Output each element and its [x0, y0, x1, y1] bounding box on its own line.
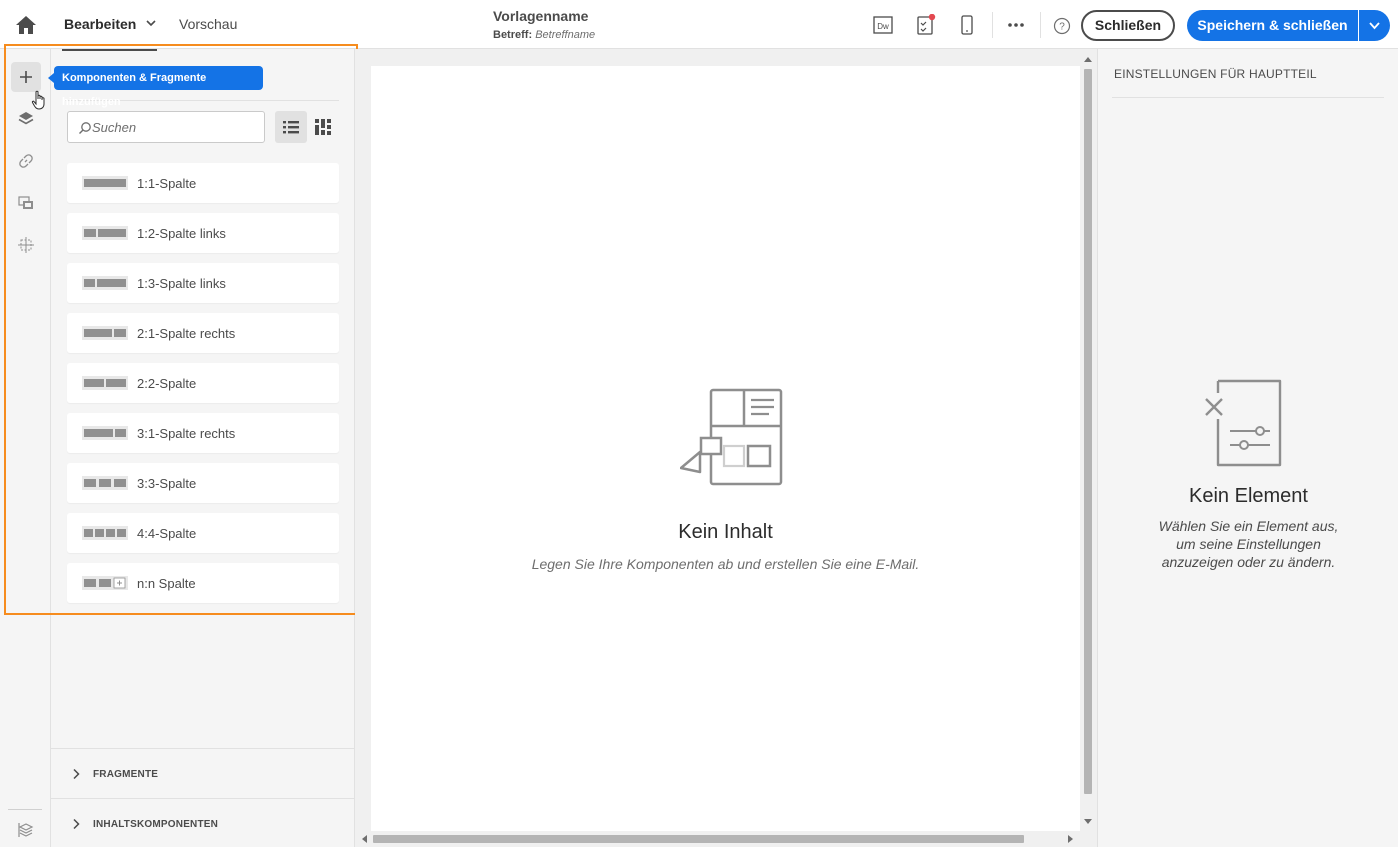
component-1-3-column-left[interactable]: 1:3-Spalte links: [67, 263, 339, 303]
layout-2-1-icon: [82, 326, 128, 340]
add-components-button[interactable]: [11, 62, 41, 92]
empty-content-icon: [680, 388, 783, 486]
component-label: 3:3-Spalte: [137, 476, 197, 491]
help-icon[interactable]: ?: [1051, 14, 1073, 36]
no-element-description: Wählen Sie ein Element aus, um seine Ein…: [1158, 518, 1339, 570]
dreamweaver-icon[interactable]: Dw: [872, 14, 894, 36]
close-button[interactable]: Schließen: [1081, 10, 1175, 41]
grid-view-icon: [315, 119, 331, 135]
component-1-1-column[interactable]: 1:1-Spalte: [67, 163, 339, 203]
component-3-1-column-right[interactable]: 3:1-Spalte rechts: [67, 413, 339, 453]
component-n-n-column[interactable]: n:n Spalte: [67, 563, 339, 603]
component-label: 2:1-Spalte rechts: [137, 326, 236, 341]
more-icon[interactable]: [1005, 14, 1027, 36]
svg-text:Dw: Dw: [877, 22, 889, 31]
subject-value: Betreffname: [535, 29, 596, 41]
assets-button[interactable]: [11, 188, 41, 218]
structure-icon: [18, 823, 34, 837]
vertical-scrollbar-thumb[interactable]: [1084, 69, 1092, 794]
search-input[interactable]: [92, 117, 260, 137]
layout-2-2-icon: [82, 376, 128, 390]
layout-4-4-icon: [82, 526, 128, 540]
component-2-1-column-right[interactable]: 2:1-Spalte rechts: [67, 313, 339, 353]
no-element-icon: [1205, 379, 1282, 467]
list-view-button[interactable]: [275, 111, 307, 143]
scroll-left-arrow[interactable]: [362, 835, 367, 843]
scroll-up-arrow[interactable]: [1084, 57, 1092, 62]
component-label: 1:2-Spalte links: [137, 226, 226, 241]
layout-1-3-icon: [82, 276, 128, 290]
component-3-3-column[interactable]: 3:3-Spalte: [67, 463, 339, 503]
layout-1-2-icon: [82, 226, 128, 240]
layout-n-n-icon: [82, 576, 128, 590]
grid-view-button[interactable]: [307, 111, 339, 143]
structure-button[interactable]: [11, 815, 41, 845]
scroll-right-arrow[interactable]: [1068, 835, 1073, 843]
add-components-tooltip: Komponenten & Fragmente hinzufügen: [54, 66, 263, 108]
chevron-down-icon[interactable]: [145, 17, 157, 29]
layers-icon: [18, 112, 34, 125]
toolbar-divider: [1040, 12, 1041, 38]
content-components-label: INHALTSKOMPONENTEN: [93, 819, 219, 830]
top-bar: Bearbeiten Vorschau Vorlagenname Betreff…: [0, 0, 1398, 49]
template-name: Vorlagenname: [493, 8, 589, 24]
personalization-button[interactable]: [11, 230, 41, 260]
layout-3-3-icon: [82, 476, 128, 490]
tab-edit[interactable]: Bearbeiten: [64, 16, 136, 32]
horizontal-scrollbar[interactable]: [359, 831, 1080, 847]
left-rail: [0, 49, 51, 847]
search-box: [67, 111, 265, 143]
save-options-button[interactable]: [1359, 10, 1390, 41]
chevron-right-icon: [73, 768, 80, 780]
empty-canvas-description: Legen Sie Ihre Komponenten ab und erstel…: [531, 556, 920, 572]
empty-canvas-title: Kein Inhalt: [678, 521, 773, 543]
svg-text:?: ?: [1059, 22, 1065, 33]
fragments-accordion[interactable]: FRAGMENTE: [51, 748, 355, 798]
settings-divider: [1112, 97, 1384, 98]
component-label: n:n Spalte: [137, 576, 196, 591]
horizontal-scrollbar-thumb[interactable]: [373, 835, 1024, 843]
email-canvas[interactable]: Kein Inhalt Legen Sie Ihre Komponenten a…: [371, 66, 1080, 831]
layout-3-1-icon: [82, 426, 128, 440]
personalization-icon: [18, 237, 34, 253]
component-4-4-column[interactable]: 4:4-Spalte: [67, 513, 339, 553]
vertical-scrollbar[interactable]: [1080, 53, 1096, 831]
list-view-icon: [283, 121, 299, 134]
checklist-icon[interactable]: [914, 14, 936, 36]
template-subject: Betreff: Betreffname: [493, 29, 595, 41]
component-label: 3:1-Spalte rechts: [137, 426, 236, 441]
toolbar-divider: [992, 12, 993, 38]
panel-tab-indicator: [62, 49, 157, 51]
assets-icon: [18, 196, 33, 209]
component-label: 2:2-Spalte: [137, 376, 197, 391]
fragments-label: FRAGMENTE: [93, 769, 159, 780]
chevron-down-icon: [1369, 22, 1380, 30]
settings-panel: EINSTELLUNGEN FÜR HAUPTTEIL Kein Element…: [1097, 49, 1398, 847]
subject-label: Betreff:: [493, 29, 533, 41]
save-and-close-button[interactable]: Speichern & schließen: [1187, 10, 1358, 41]
component-1-2-column-left[interactable]: 1:2-Spalte links: [67, 213, 339, 253]
component-label: 1:3-Spalte links: [137, 276, 226, 291]
scroll-down-arrow[interactable]: [1084, 819, 1092, 824]
tab-preview[interactable]: Vorschau: [179, 16, 237, 32]
links-button[interactable]: [11, 146, 41, 176]
chevron-right-icon: [73, 818, 80, 830]
rail-divider: [8, 809, 42, 810]
mobile-preview-icon[interactable]: [956, 14, 978, 36]
component-label: 1:1-Spalte: [137, 176, 197, 191]
add-icon: [20, 71, 32, 83]
settings-title: EINSTELLUNGEN FÜR HAUPTTEIL: [1114, 67, 1317, 81]
search-icon: [79, 122, 91, 134]
content-components-accordion[interactable]: INHALTSKOMPONENTEN: [51, 798, 355, 847]
component-label: 4:4-Spalte: [137, 526, 197, 541]
home-icon[interactable]: [14, 14, 38, 36]
email-canvas-area: Kein Inhalt Legen Sie Ihre Komponenten a…: [355, 49, 1097, 847]
component-2-2-column[interactable]: 2:2-Spalte: [67, 363, 339, 403]
link-icon: [19, 154, 33, 168]
components-panel: 1:1-Spalte 1:2-Spalte links 1:3-Spalte l…: [51, 49, 355, 847]
layers-button[interactable]: [11, 104, 41, 134]
layout-1-1-icon: [82, 176, 128, 190]
no-element-title: Kein Element: [1189, 485, 1308, 507]
